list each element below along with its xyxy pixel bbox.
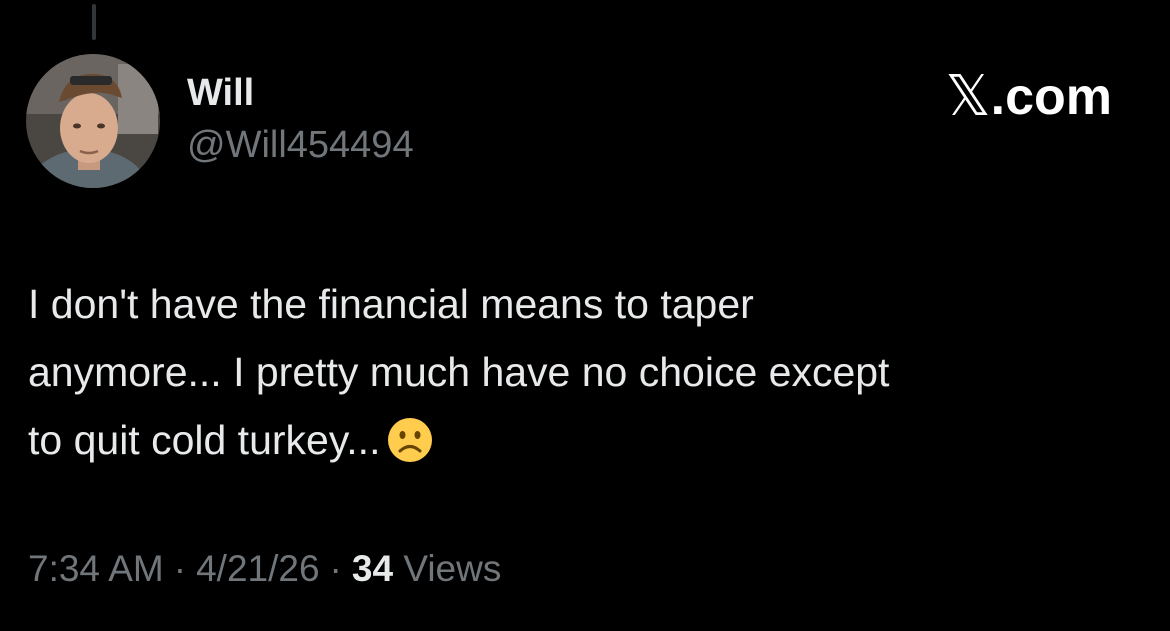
tweet-text-line: I don't have the financial means to tape… xyxy=(28,281,754,327)
x-com-wordmark: 𝕏 .com xyxy=(946,64,1113,129)
thread-connector-line xyxy=(92,4,96,40)
author-display-name[interactable]: Will xyxy=(187,72,254,115)
avatar[interactable] xyxy=(26,54,160,188)
x-logo-icon: 𝕏 xyxy=(945,64,991,129)
tweet-text-line: anymore... I pretty much have no choice … xyxy=(28,349,890,395)
views-count: 34 xyxy=(351,548,394,589)
wordmark-suffix: .com xyxy=(990,67,1112,126)
tweet-metadata: 7:34 AM · 4/21/26 · 34 Views xyxy=(28,548,501,590)
slightly-frowning-face-icon xyxy=(386,416,434,484)
views-label: Views xyxy=(403,548,502,589)
author-handle[interactable]: @Will454494 xyxy=(187,124,414,167)
meta-separator: · xyxy=(329,548,342,589)
tweet-text-line: to quit cold turkey... xyxy=(28,406,1128,484)
tweet-text: I don't have the financial means to tape… xyxy=(28,270,1128,484)
meta-separator: · xyxy=(173,548,187,589)
tweet-text-line-content: to quit cold turkey... xyxy=(28,417,381,463)
avatar-image xyxy=(26,54,160,188)
tweet-time[interactable]: 7:34 AM xyxy=(28,548,164,589)
tweet-date[interactable]: 4/21/26 xyxy=(196,548,319,589)
